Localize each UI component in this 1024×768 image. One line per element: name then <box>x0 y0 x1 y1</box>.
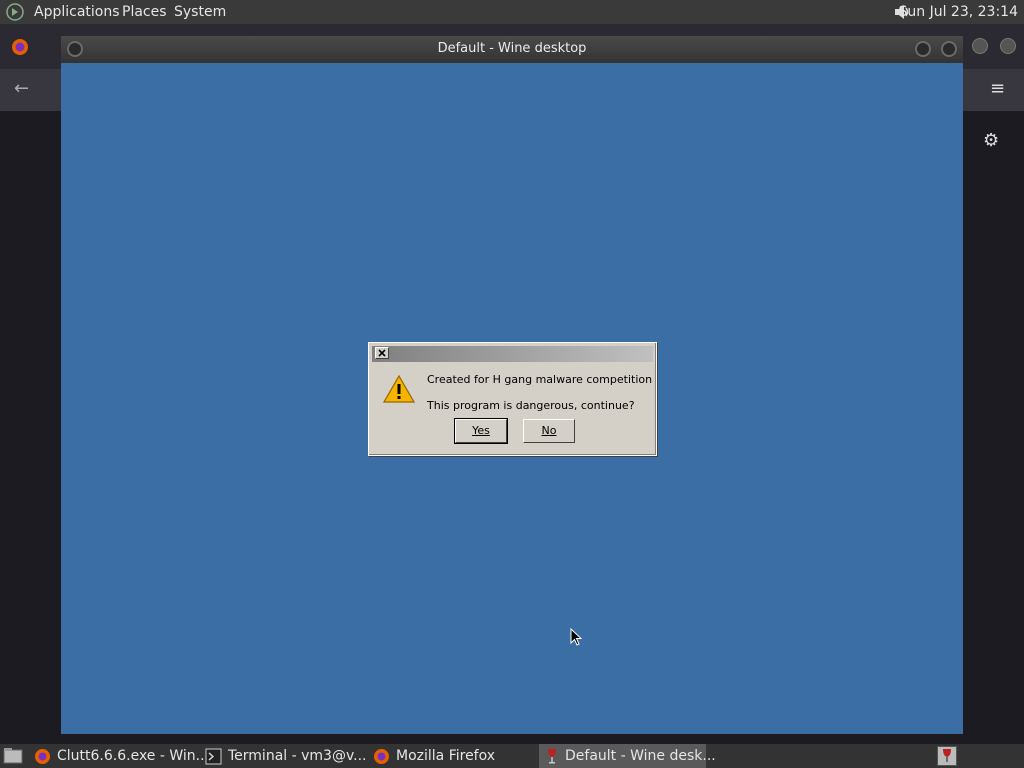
gear-icon[interactable]: ⚙ <box>983 130 999 151</box>
mouse-cursor-icon <box>570 628 582 646</box>
task-terminal[interactable]: Terminal - vm3@v... <box>205 744 367 768</box>
no-button[interactable]: No <box>523 419 575 443</box>
message-dialog: h Created for H gang malware competition… <box>368 342 657 456</box>
dialog-titlebar[interactable]: h <box>372 346 653 362</box>
menu-applications[interactable]: Applications <box>34 4 120 20</box>
task-wine-desktop[interactable]: Default - Wine desk... <box>539 744 716 768</box>
wine-window-title: Default - Wine desktop <box>437 41 587 56</box>
distro-logo-icon[interactable] <box>6 3 24 21</box>
top-panel: Applications Places System Sun Jul 23, 2… <box>0 0 1024 24</box>
close-button[interactable] <box>1000 38 1016 54</box>
task-label: Terminal - vm3@v... <box>228 748 367 764</box>
task-firefox[interactable]: Mozilla Firefox <box>373 744 523 768</box>
menu-places[interactable]: Places <box>122 4 167 20</box>
dialog-message-line2: This program is dangerous, continue? <box>427 399 635 412</box>
minimize-button[interactable] <box>972 38 988 54</box>
close-icon <box>378 349 386 357</box>
firefox-icon <box>35 748 50 764</box>
task-clutt[interactable]: Clutt6.6.6.exe - Win... <box>34 744 209 768</box>
warning-icon <box>383 374 415 403</box>
menu-system[interactable]: System <box>174 4 226 20</box>
back-arrow-icon[interactable]: ← <box>14 78 29 99</box>
dialog-close-button[interactable] <box>375 347 389 359</box>
wine-tray-icon[interactable] <box>937 746 957 766</box>
task-label: Default - Wine desk... <box>565 748 716 764</box>
minimize-button[interactable] <box>915 41 931 57</box>
show-desktop-icon[interactable] <box>3 747 23 765</box>
yes-button[interactable]: Yes <box>454 418 508 444</box>
firefox-icon <box>374 748 389 764</box>
wine-titlebar[interactable]: Default - Wine desktop <box>61 36 963 63</box>
terminal-icon <box>205 748 222 764</box>
firefox-icon[interactable] <box>11 38 29 56</box>
task-label: Mozilla Firefox <box>396 748 496 764</box>
maximize-button[interactable] <box>941 41 957 57</box>
clock[interactable]: Sun Jul 23, 23:14 <box>899 4 1019 20</box>
hamburger-menu-icon[interactable]: ≡ <box>990 78 1005 99</box>
wine-icon <box>548 748 556 763</box>
dialog-message-line1: Created for H gang malware competition <box>427 373 653 386</box>
taskbar: Clutt6.6.6.exe - Win... Terminal - vm3@v… <box>0 744 1024 768</box>
task-label: Clutt6.6.6.exe - Win... <box>57 748 210 764</box>
